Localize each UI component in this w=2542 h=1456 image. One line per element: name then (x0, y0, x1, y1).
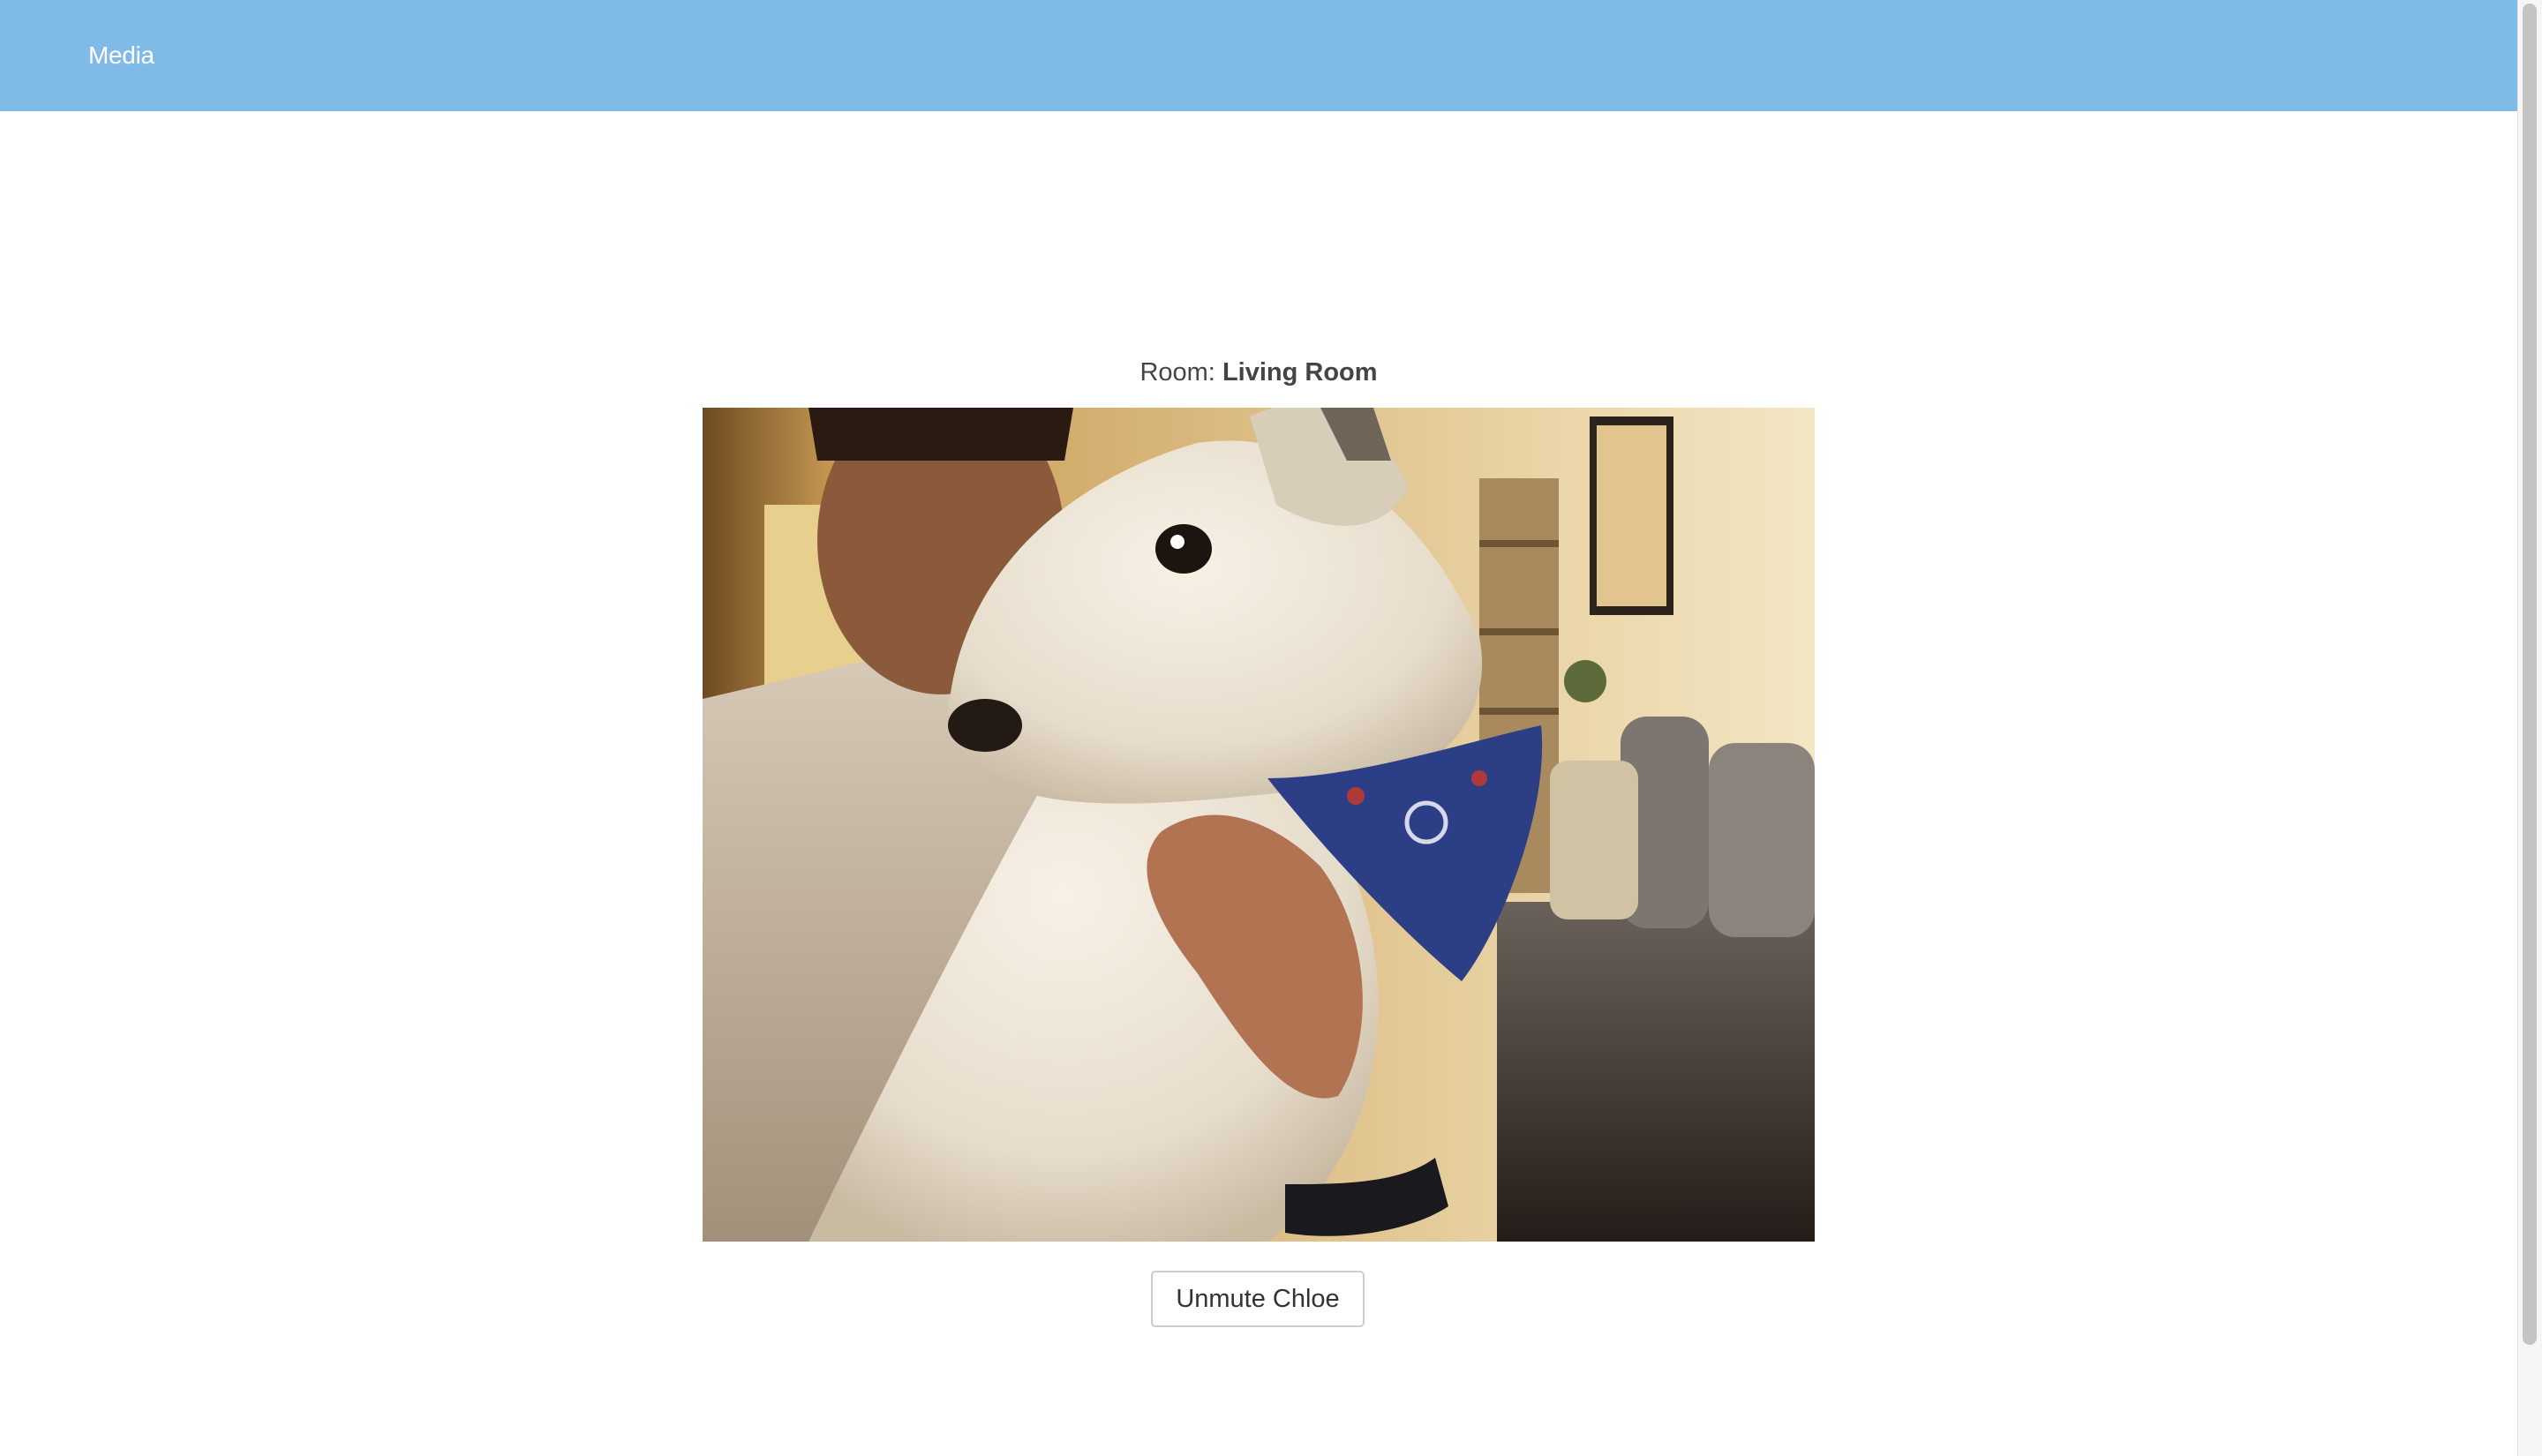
page: Media Room: Living Room Unmute Chloe (0, 0, 2517, 1456)
video-feed[interactable] (703, 408, 1815, 1242)
scrollbar-thumb[interactable] (2523, 4, 2537, 1345)
room-label: Room: (1139, 358, 1222, 387)
brand-link[interactable]: Media (88, 0, 154, 111)
vertical-scrollbar[interactable] (2517, 0, 2542, 1456)
top-navbar: Media (0, 0, 2517, 111)
unmute-button[interactable]: Unmute Chloe (1151, 1271, 1365, 1327)
room-name: Living Room (1222, 358, 1378, 387)
video-frame-image (703, 408, 1815, 1242)
room-heading: Room: Living Room (0, 358, 2517, 387)
